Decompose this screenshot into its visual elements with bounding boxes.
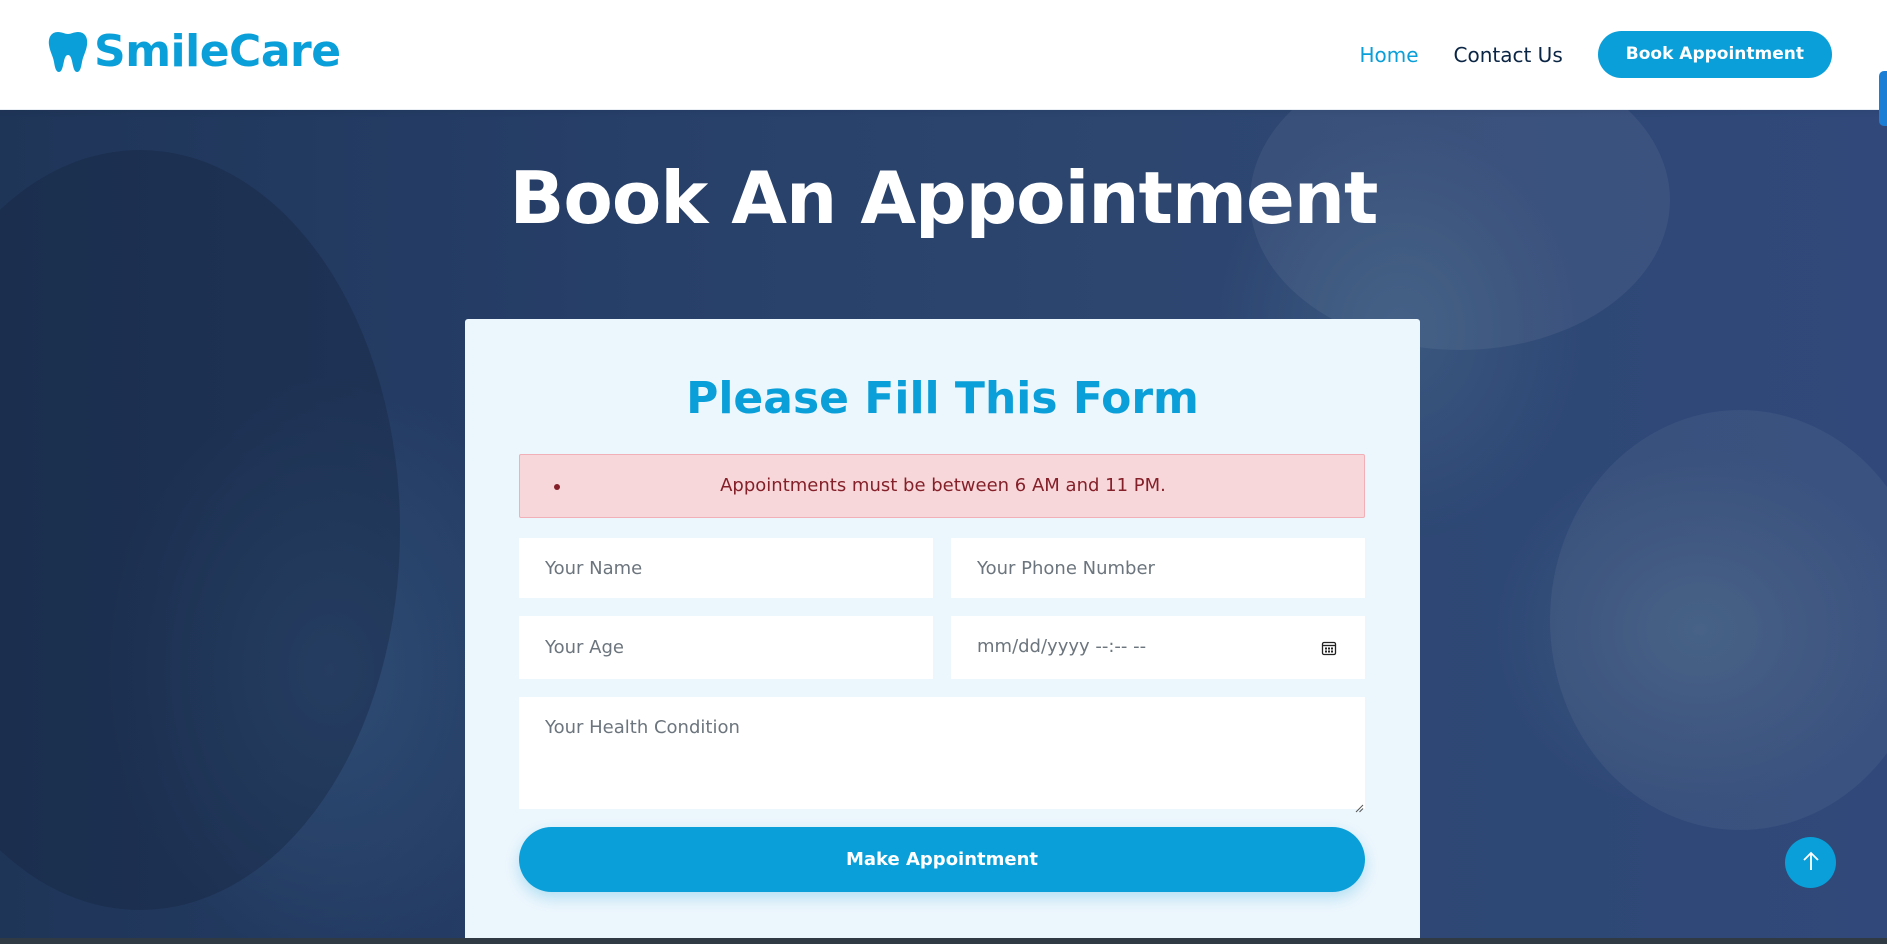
arrow-up-icon [1801,850,1821,876]
scroll-to-top-button[interactable] [1785,837,1836,888]
name-input[interactable] [519,538,933,598]
navbar: SmileCare Home Contact Us Book Appointme… [0,0,1887,110]
bottom-strip [0,938,1887,944]
appointment-form-card: Please Fill This Form Appointments must … [465,319,1420,944]
brand-logo[interactable]: SmileCare [48,26,341,77]
hero-background-shape [0,150,400,910]
health-condition-textarea[interactable] [519,697,1365,809]
form-title: Please Fill This Form [686,373,1199,424]
side-edge-tab[interactable] [1879,71,1887,126]
datetime-placeholder: mm/dd/yyyy --:-- -- [977,636,1147,657]
make-appointment-button[interactable]: Make Appointment [519,827,1365,892]
book-appointment-button[interactable]: Book Appointment [1597,31,1832,78]
datetime-input[interactable]: mm/dd/yyyy --:-- -- [951,616,1365,679]
main-nav: Home Contact Us Book Appointment [1359,31,1832,78]
calendar-icon[interactable] [1321,640,1337,656]
nav-contact-link[interactable]: Contact Us [1454,43,1563,67]
error-alert: Appointments must be between 6 AM and 11… [519,454,1365,518]
phone-input[interactable] [951,538,1365,598]
hero-background-shape [1550,410,1887,830]
hero-title: Book An Appointment [509,156,1379,240]
brand-name: SmileCare [94,26,341,77]
tooth-icon [48,30,88,74]
age-input[interactable] [519,616,933,679]
resize-grip-icon[interactable] [1355,798,1364,813]
nav-home-link[interactable]: Home [1359,43,1418,67]
alert-message: Appointments must be between 6 AM and 11… [720,475,1166,496]
